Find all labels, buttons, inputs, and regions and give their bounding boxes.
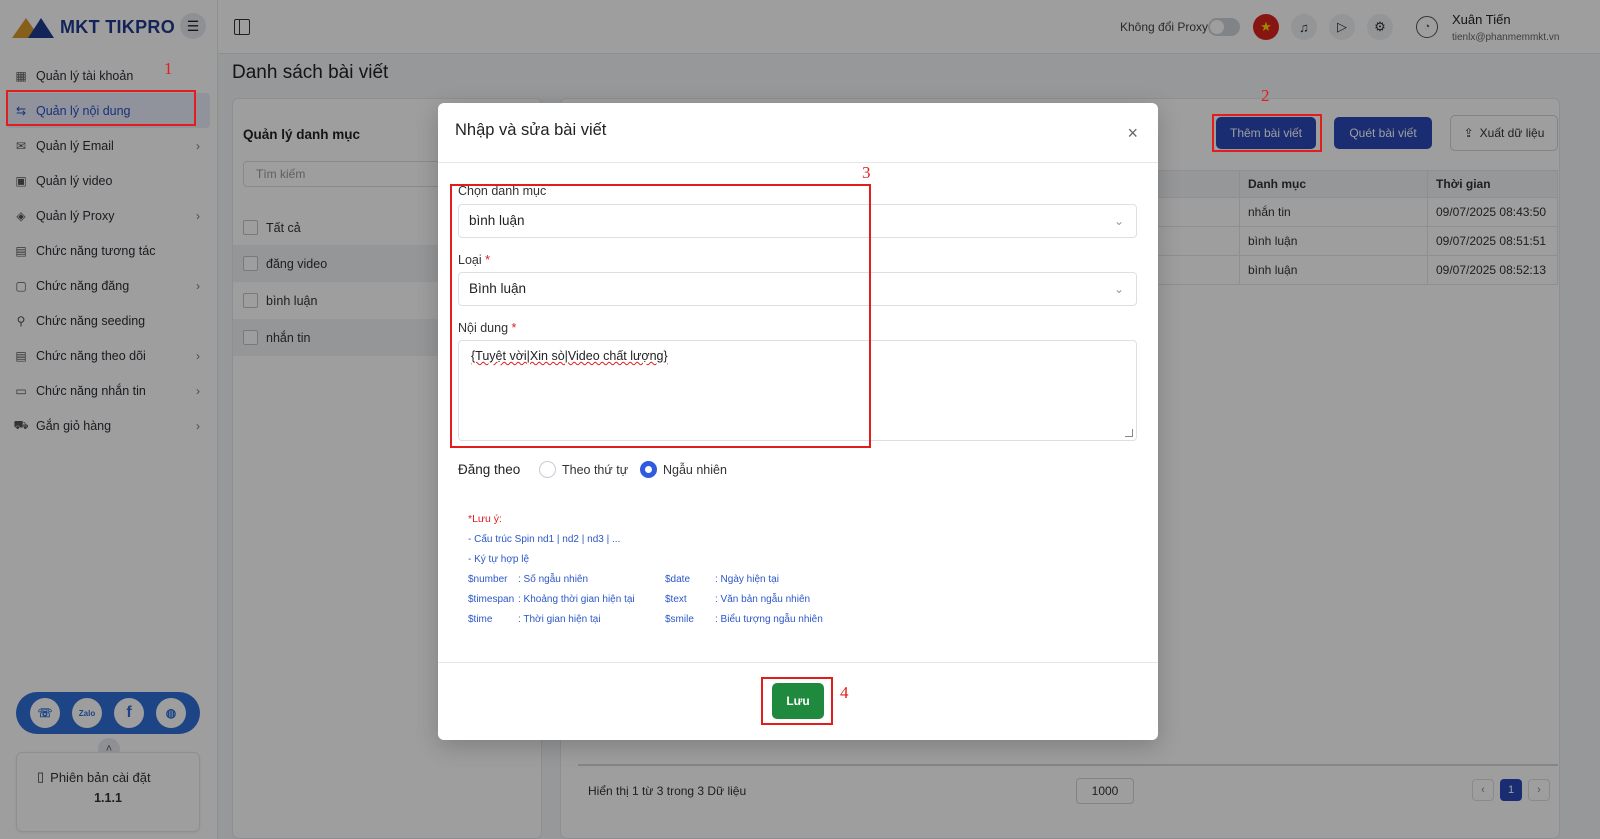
var-key: $date: [665, 574, 691, 585]
annotation-number-1: 1: [164, 59, 173, 78]
resize-handle-icon[interactable]: [1125, 429, 1133, 437]
var-key: $smile: [665, 614, 694, 625]
var-desc: : Biểu tượng ngẫu nhiên: [715, 614, 823, 625]
radio-button[interactable]: [539, 461, 556, 478]
edit-post-modal: Nhập và sửa bài viết × Chọn danh mục bìn…: [438, 103, 1158, 740]
var-desc: : Khoảng thời gian hiện tại: [518, 594, 635, 605]
annotation-number-4: 4: [840, 683, 849, 702]
post-mode-label: Đăng theo: [458, 462, 521, 477]
var-desc: : Số ngẫu nhiên: [518, 574, 589, 585]
radio-button-selected[interactable]: [640, 461, 657, 478]
annotation-number-2: 2: [1261, 86, 1270, 105]
notes-heading: *Lưu ý:: [468, 513, 502, 525]
var-desc: : Văn bản ngẫu nhiên: [715, 594, 811, 605]
var-key: $time: [468, 614, 493, 625]
radio-label: Ngẫu nhiên: [663, 462, 727, 477]
annotation-box-1: [6, 90, 196, 126]
modal-divider: [438, 162, 1158, 163]
var-desc: : Thời gian hiện tại: [518, 614, 601, 625]
chevron-down-icon: ⌄: [1113, 282, 1124, 296]
var-desc: : Ngày hiện tại: [715, 574, 779, 585]
annotation-number-3: 3: [862, 163, 871, 182]
chevron-down-icon: ⌄: [1113, 214, 1124, 228]
note-valid-chars: - Ký tự hợp lệ: [468, 554, 530, 565]
annotation-box-4: [761, 677, 833, 725]
var-key: $timespan: [468, 594, 515, 605]
modal-title: Nhập và sửa bài viết: [455, 121, 607, 139]
radio-label: Theo thứ tự: [562, 462, 629, 477]
var-key: $text: [665, 594, 687, 605]
annotation-box-3: [450, 184, 871, 448]
annotation-box-2: [1212, 114, 1322, 152]
radio-random[interactable]: Ngẫu nhiên: [640, 461, 727, 478]
modal-footer-divider: [438, 662, 1158, 663]
note-spin: - Cấu trúc Spin nd1 | nd2 | nd3 | ...: [468, 534, 621, 545]
radio-sequential[interactable]: Theo thứ tự: [539, 461, 628, 478]
close-icon[interactable]: ×: [1127, 123, 1138, 144]
var-key: $number: [468, 574, 508, 585]
